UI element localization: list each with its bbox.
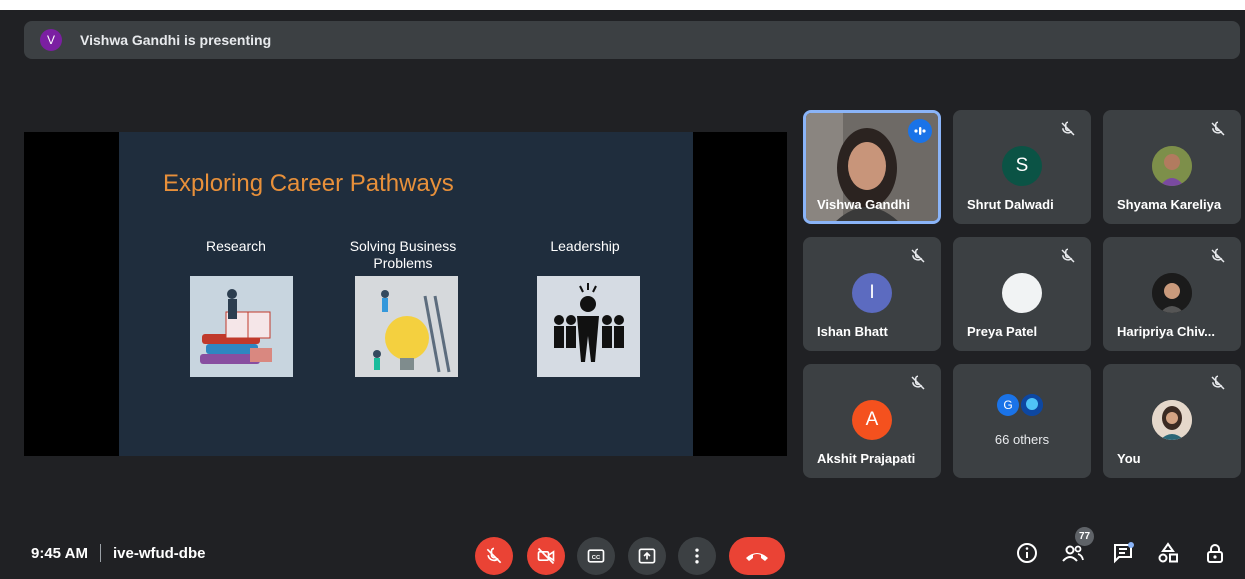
- slide-column-leadership: Leadership: [550, 238, 620, 254]
- participant-tile-you[interactable]: You: [1103, 364, 1241, 478]
- participant-name: Preya Patel: [967, 324, 1038, 339]
- speaking-indicator-icon: [908, 119, 932, 143]
- mic-off-icon: [486, 547, 502, 564]
- meeting-code[interactable]: ive-wfud-dbe: [113, 545, 206, 562]
- slide-column-business: Solving Business Problems: [349, 238, 457, 271]
- mic-off-icon: [1211, 121, 1225, 136]
- participant-tile-haripriya[interactable]: Haripriya Chiv...: [1103, 237, 1241, 351]
- avatar: [1002, 273, 1042, 313]
- meeting-info: 9:45 AM ive-wfud-dbe: [31, 544, 205, 562]
- participant-tile-preya[interactable]: Preya Patel: [953, 237, 1091, 351]
- slide: Exploring Career Pathways Research Solvi…: [119, 132, 693, 456]
- business-illustration: [355, 276, 458, 377]
- present-screen-icon: [638, 548, 656, 564]
- more-vert-icon: [695, 548, 699, 564]
- slide-column-research: Research: [206, 238, 266, 254]
- mic-off-icon: [1061, 248, 1075, 263]
- more-options-button[interactable]: [678, 537, 716, 575]
- hang-up-icon: [746, 553, 768, 561]
- avatar: [1152, 146, 1192, 186]
- others-count-label: 66 others: [994, 432, 1050, 447]
- presenting-banner: V Vishwa Gandhi is presenting: [24, 21, 1240, 59]
- host-controls-icon[interactable]: [1203, 541, 1227, 565]
- leave-call-button[interactable]: [729, 537, 785, 575]
- presenter-avatar: V: [40, 29, 62, 51]
- participant-tile-vishwa[interactable]: Vishwa Gandhi: [803, 110, 941, 224]
- avatar: [1152, 273, 1192, 313]
- others-avatar-photo: [1021, 394, 1043, 416]
- meeting-details-icon[interactable]: [1015, 541, 1039, 565]
- mic-toggle-button[interactable]: [475, 537, 513, 575]
- present-button[interactable]: [628, 537, 666, 575]
- slide-title: Exploring Career Pathways: [163, 170, 454, 197]
- others-avatar-letter: G: [997, 394, 1019, 416]
- svg-text:CC: CC: [592, 555, 601, 561]
- camera-off-icon: [537, 547, 555, 565]
- mic-off-icon: [1211, 248, 1225, 263]
- participant-name: Haripriya Chiv...: [1117, 324, 1216, 339]
- presenting-text: Vishwa Gandhi is presenting: [80, 32, 272, 48]
- participant-tile-shyama[interactable]: Shyama Kareliya: [1103, 110, 1241, 224]
- participant-name: You: [1117, 451, 1141, 466]
- participant-name: Akshit Prajapati: [817, 451, 916, 466]
- participant-name: Ishan Bhatt: [817, 324, 888, 339]
- chat-icon[interactable]: [1111, 541, 1135, 565]
- avatar: [1152, 400, 1192, 440]
- activities-icon[interactable]: [1156, 541, 1180, 565]
- top-strip: [0, 0, 1245, 10]
- meeting-time: 9:45 AM: [31, 544, 88, 562]
- presentation-stage[interactable]: Exploring Career Pathways Research Solvi…: [24, 132, 787, 456]
- mic-off-icon: [1211, 375, 1225, 390]
- participant-tile-shrut[interactable]: S Shrut Dalwadi: [953, 110, 1091, 224]
- research-illustration: [190, 276, 293, 377]
- participant-name: Shyama Kareliya: [1117, 197, 1222, 212]
- participant-tile-ishan[interactable]: I Ishan Bhatt: [803, 237, 941, 351]
- participant-name: Vishwa Gandhi: [817, 197, 910, 212]
- participant-name: Shrut Dalwadi: [967, 197, 1054, 212]
- camera-toggle-button[interactable]: [527, 537, 565, 575]
- mic-off-icon: [911, 375, 925, 390]
- participant-tile-others[interactable]: G 66 others: [953, 364, 1091, 478]
- mic-off-icon: [1061, 121, 1075, 136]
- people-count-badge: 77: [1075, 527, 1094, 546]
- captions-button[interactable]: CC: [577, 537, 615, 575]
- leadership-illustration: [537, 276, 640, 377]
- meet-window: V Vishwa Gandhi is presenting Exploring …: [0, 0, 1245, 579]
- mic-off-icon: [911, 248, 925, 263]
- participant-tile-akshit[interactable]: A Akshit Prajapati: [803, 364, 941, 478]
- divider: [99, 544, 101, 562]
- captions-icon: CC: [587, 549, 605, 563]
- avatar: A: [852, 400, 892, 440]
- avatar: I: [852, 273, 892, 313]
- avatar: S: [1002, 146, 1042, 186]
